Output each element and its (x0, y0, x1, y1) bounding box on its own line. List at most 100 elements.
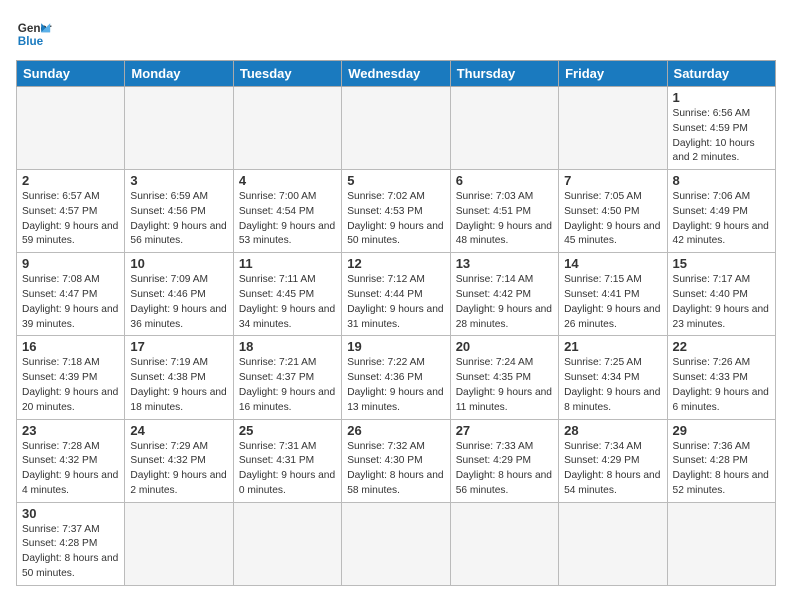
day-info: Sunrise: 6:56 AM Sunset: 4:59 PM Dayligh… (673, 107, 770, 166)
calendar-cell: 22Sunrise: 7:26 AM Sunset: 4:33 PM Dayli… (667, 336, 775, 419)
weekday-header-friday: Friday (559, 61, 667, 87)
calendar-week-6: 30 Sunrise: 7:37 AM Sunset: 4:28 PM Dayli… (17, 502, 776, 585)
day-info: Sunrise: 7:36 AM Sunset: 4:28 PM Dayligh… (673, 440, 770, 499)
day-number: 28 (564, 423, 661, 438)
day-info: Sunrise: 7:09 AM Sunset: 4:46 PM Dayligh… (130, 273, 227, 332)
day-number: 18 (239, 339, 336, 354)
calendar-week-1: 1 Sunrise: 6:56 AM Sunset: 4:59 PM Daylig… (17, 87, 776, 170)
day-info: Sunrise: 7:32 AM Sunset: 4:30 PM Dayligh… (347, 440, 444, 499)
day-number: 3 (130, 173, 227, 188)
calendar-cell (17, 87, 125, 170)
weekday-header-monday: Monday (125, 61, 233, 87)
logo: General Blue (16, 16, 52, 52)
calendar-cell: 23 Sunrise: 7:28 AM Sunset: 4:32 PM Dayli… (17, 419, 125, 502)
day-info: Sunrise: 7:31 AM Sunset: 4:31 PM Dayligh… (239, 440, 336, 499)
day-number: 29 (673, 423, 770, 438)
calendar-cell: 7Sunrise: 7:05 AM Sunset: 4:50 PM Daylig… (559, 170, 667, 253)
weekday-header-sunday: Sunday (17, 61, 125, 87)
day-info: Sunrise: 7:33 AM Sunset: 4:29 PM Dayligh… (456, 440, 553, 499)
page-header: General Blue (16, 16, 776, 52)
day-number: 4 (239, 173, 336, 188)
day-number: 26 (347, 423, 444, 438)
calendar-cell: 26 Sunrise: 7:32 AM Sunset: 4:30 PM Dayli… (342, 419, 450, 502)
calendar-cell (233, 87, 341, 170)
day-info: Sunrise: 7:22 AM Sunset: 4:36 PM Dayligh… (347, 356, 444, 415)
day-info: Sunrise: 7:26 AM Sunset: 4:33 PM Dayligh… (673, 356, 770, 415)
day-number: 12 (347, 256, 444, 271)
day-info: Sunrise: 7:34 AM Sunset: 4:29 PM Dayligh… (564, 440, 661, 499)
day-number: 27 (456, 423, 553, 438)
day-number: 8 (673, 173, 770, 188)
calendar-cell: 25 Sunrise: 7:31 AM Sunset: 4:31 PM Dayli… (233, 419, 341, 502)
day-info: Sunrise: 6:57 AM Sunset: 4:57 PM Dayligh… (22, 190, 119, 249)
svg-text:Blue: Blue (18, 35, 44, 48)
calendar-cell (342, 502, 450, 585)
calendar-cell (125, 87, 233, 170)
day-info: Sunrise: 7:15 AM Sunset: 4:41 PM Dayligh… (564, 273, 661, 332)
day-number: 30 (22, 506, 119, 521)
day-info: Sunrise: 7:24 AM Sunset: 4:35 PM Dayligh… (456, 356, 553, 415)
calendar-cell (450, 87, 558, 170)
day-info: Sunrise: 7:18 AM Sunset: 4:39 PM Dayligh… (22, 356, 119, 415)
day-info: Sunrise: 7:29 AM Sunset: 4:32 PM Dayligh… (130, 440, 227, 499)
calendar-cell: 30 Sunrise: 7:37 AM Sunset: 4:28 PM Dayli… (17, 502, 125, 585)
day-info: Sunrise: 7:28 AM Sunset: 4:32 PM Dayligh… (22, 440, 119, 499)
day-number: 24 (130, 423, 227, 438)
day-info: Sunrise: 7:14 AM Sunset: 4:42 PM Dayligh… (456, 273, 553, 332)
calendar-cell: 1 Sunrise: 6:56 AM Sunset: 4:59 PM Daylig… (667, 87, 775, 170)
calendar-cell (450, 502, 558, 585)
day-number: 17 (130, 339, 227, 354)
day-info: Sunrise: 7:02 AM Sunset: 4:53 PM Dayligh… (347, 190, 444, 249)
day-info: Sunrise: 7:19 AM Sunset: 4:38 PM Dayligh… (130, 356, 227, 415)
day-number: 20 (456, 339, 553, 354)
calendar-cell: 19 Sunrise: 7:22 AM Sunset: 4:36 PM Dayli… (342, 336, 450, 419)
calendar-cell: 6Sunrise: 7:03 AM Sunset: 4:51 PM Daylig… (450, 170, 558, 253)
calendar-cell (233, 502, 341, 585)
day-number: 2 (22, 173, 119, 188)
calendar-cell (342, 87, 450, 170)
day-number: 21 (564, 339, 661, 354)
calendar-cell: 8 Sunrise: 7:06 AM Sunset: 4:49 PM Daylig… (667, 170, 775, 253)
day-info: Sunrise: 7:08 AM Sunset: 4:47 PM Dayligh… (22, 273, 119, 332)
day-info: Sunrise: 7:17 AM Sunset: 4:40 PM Dayligh… (673, 273, 770, 332)
day-number: 1 (673, 90, 770, 105)
calendar-week-2: 2 Sunrise: 6:57 AM Sunset: 4:57 PM Daylig… (17, 170, 776, 253)
day-number: 13 (456, 256, 553, 271)
calendar-cell: 20 Sunrise: 7:24 AM Sunset: 4:35 PM Dayli… (450, 336, 558, 419)
calendar-cell: 4Sunrise: 7:00 AM Sunset: 4:54 PM Daylig… (233, 170, 341, 253)
calendar-cell: 15 Sunrise: 7:17 AM Sunset: 4:40 PM Dayli… (667, 253, 775, 336)
day-number: 15 (673, 256, 770, 271)
calendar-cell (559, 87, 667, 170)
calendar-cell: 21 Sunrise: 7:25 AM Sunset: 4:34 PM Dayli… (559, 336, 667, 419)
day-number: 16 (22, 339, 119, 354)
calendar-cell: 10 Sunrise: 7:09 AM Sunset: 4:46 PM Dayli… (125, 253, 233, 336)
day-number: 10 (130, 256, 227, 271)
day-info: Sunrise: 7:11 AM Sunset: 4:45 PM Dayligh… (239, 273, 336, 332)
weekday-header-row: SundayMondayTuesdayWednesdayThursdayFrid… (17, 61, 776, 87)
calendar-week-4: 16 Sunrise: 7:18 AM Sunset: 4:39 PM Dayli… (17, 336, 776, 419)
day-info: Sunrise: 7:37 AM Sunset: 4:28 PM Dayligh… (22, 523, 119, 582)
calendar-cell (559, 502, 667, 585)
calendar-cell: 18Sunrise: 7:21 AM Sunset: 4:37 PM Dayli… (233, 336, 341, 419)
logo-icon: General Blue (16, 16, 52, 52)
day-number: 11 (239, 256, 336, 271)
day-number: 6 (456, 173, 553, 188)
day-number: 9 (22, 256, 119, 271)
day-number: 25 (239, 423, 336, 438)
calendar-cell: 9 Sunrise: 7:08 AM Sunset: 4:47 PM Daylig… (17, 253, 125, 336)
day-number: 19 (347, 339, 444, 354)
calendar-cell: 11 Sunrise: 7:11 AM Sunset: 4:45 PM Dayli… (233, 253, 341, 336)
calendar-cell: 17 Sunrise: 7:19 AM Sunset: 4:38 PM Dayli… (125, 336, 233, 419)
day-info: Sunrise: 7:06 AM Sunset: 4:49 PM Dayligh… (673, 190, 770, 249)
calendar-cell (125, 502, 233, 585)
day-info: Sunrise: 6:59 AM Sunset: 4:56 PM Dayligh… (130, 190, 227, 249)
day-info: Sunrise: 7:25 AM Sunset: 4:34 PM Dayligh… (564, 356, 661, 415)
day-number: 5 (347, 173, 444, 188)
calendar-cell: 16 Sunrise: 7:18 AM Sunset: 4:39 PM Dayli… (17, 336, 125, 419)
calendar-cell: 24 Sunrise: 7:29 AM Sunset: 4:32 PM Dayli… (125, 419, 233, 502)
day-number: 23 (22, 423, 119, 438)
calendar-week-3: 9 Sunrise: 7:08 AM Sunset: 4:47 PM Daylig… (17, 253, 776, 336)
calendar-cell (667, 502, 775, 585)
calendar-cell: 14Sunrise: 7:15 AM Sunset: 4:41 PM Dayli… (559, 253, 667, 336)
day-info: Sunrise: 7:12 AM Sunset: 4:44 PM Dayligh… (347, 273, 444, 332)
